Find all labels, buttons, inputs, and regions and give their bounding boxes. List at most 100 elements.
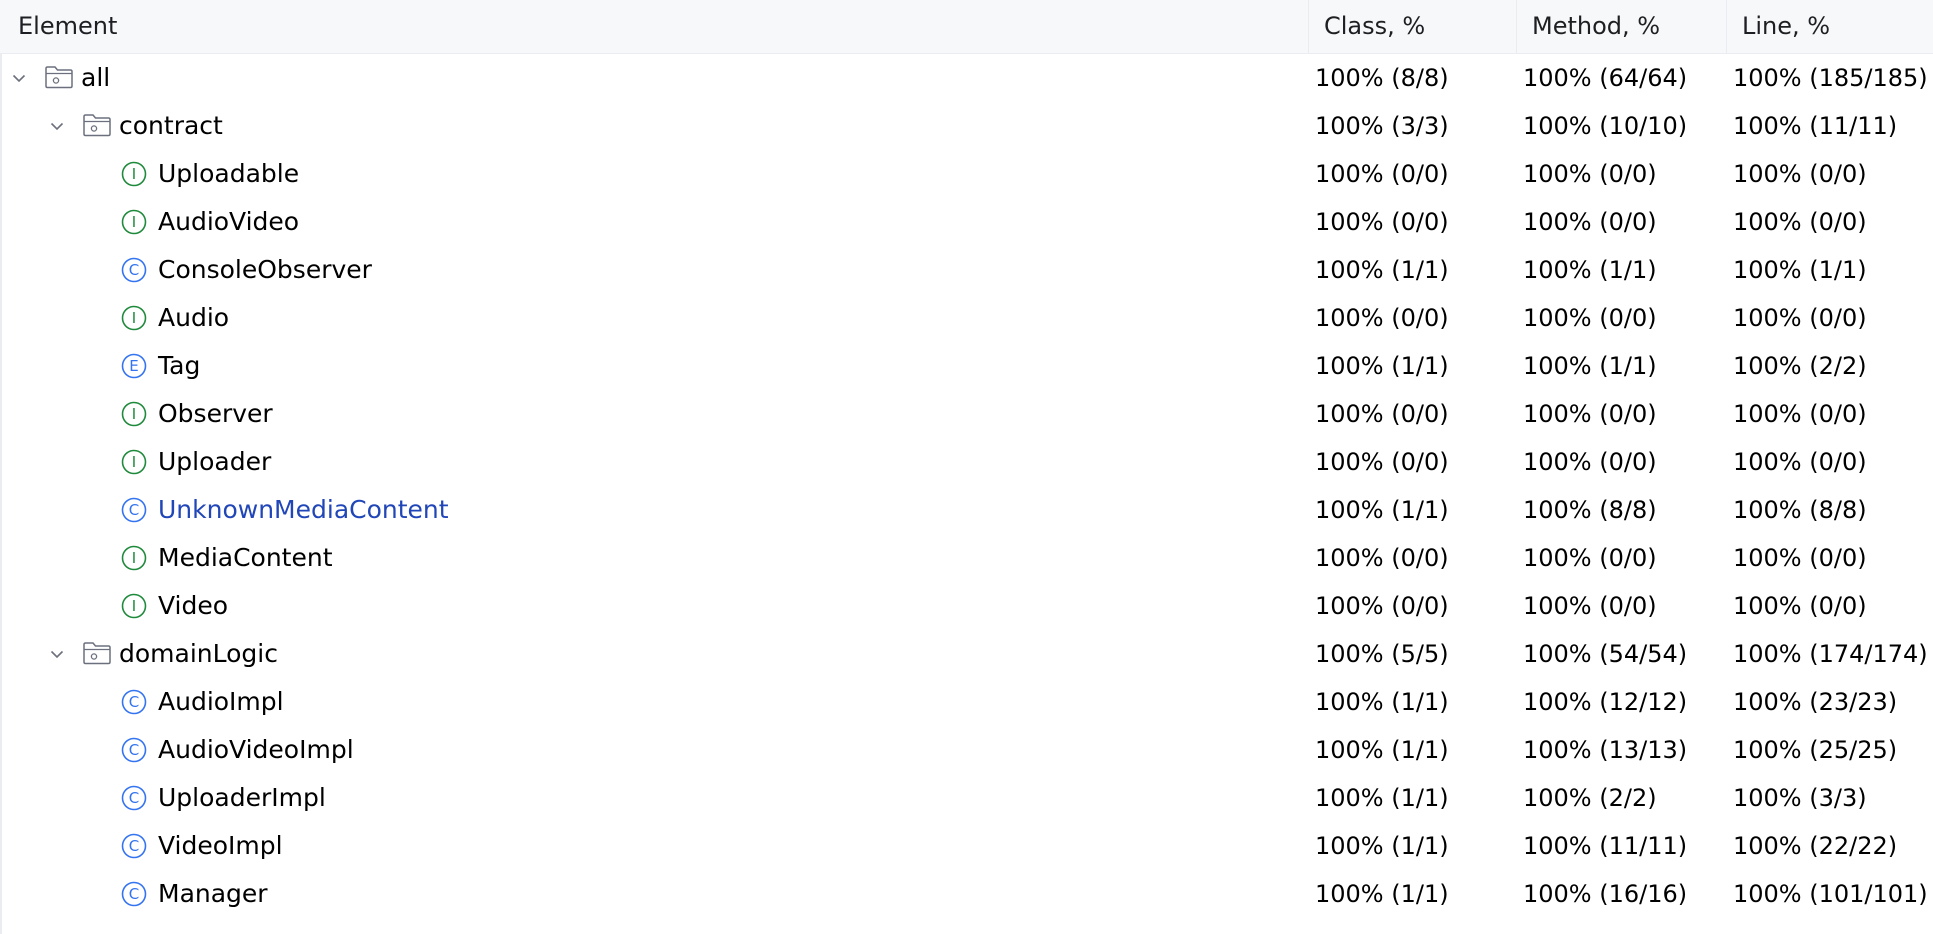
element-name[interactable]: VideoImpl (158, 822, 283, 870)
column-header-method[interactable]: Method, % (1517, 0, 1726, 53)
line-coverage: 100% (11/11) (1733, 112, 1898, 140)
svg-text:I: I (132, 549, 136, 567)
column-header-class[interactable]: Class, % (1309, 0, 1516, 53)
class-coverage: 100% (1/1) (1315, 784, 1449, 812)
method-coverage: 100% (0/0) (1523, 544, 1657, 572)
method-coverage: 100% (8/8) (1523, 496, 1657, 524)
method-coverage: 100% (11/11) (1523, 832, 1688, 860)
tree-row[interactable]: I AudioVideo 100% (0/0) 100% (0/0) 100% (0/0… (0, 198, 1933, 246)
class-coverage: 100% (1/1) (1315, 352, 1449, 380)
tree-row[interactable]: C AudioImpl 100% (1/1) 100% (12/12) 100% (23… (0, 678, 1933, 726)
svg-text:I: I (132, 453, 136, 471)
element-name[interactable]: UnknownMediaContent (158, 486, 449, 534)
element-name[interactable]: MediaContent (158, 534, 333, 582)
class-icon: C (121, 833, 147, 859)
element-name[interactable]: Manager (158, 870, 268, 918)
tree-row[interactable]: E Tag 100% (1/1) 100% (1/1) 100% (2/2) (0, 342, 1933, 390)
interface-icon: I (121, 161, 147, 187)
element-name[interactable]: Uploader (158, 438, 271, 486)
interface-icon: I (121, 209, 147, 235)
tree-row[interactable]: C Manager 100% (1/1) 100% (16/16) 100% (101/… (0, 870, 1933, 918)
tree-row[interactable]: contract 100% (3/3) 100% (10/10) 100% (11/1… (0, 102, 1933, 150)
class-coverage: 100% (5/5) (1315, 640, 1449, 668)
element-name[interactable]: AudioVideo (158, 198, 299, 246)
tree-row[interactable]: C AudioVideoImpl 100% (1/1) 100% (13/13) 100… (0, 726, 1933, 774)
method-coverage: 100% (0/0) (1523, 208, 1657, 236)
method-coverage: 100% (0/0) (1523, 592, 1657, 620)
element-name[interactable]: ConsoleObserver (158, 246, 372, 294)
class-coverage: 100% (0/0) (1315, 400, 1449, 428)
interface-icon: I (121, 593, 147, 619)
class-coverage: 100% (3/3) (1315, 112, 1449, 140)
line-coverage: 100% (0/0) (1733, 400, 1867, 428)
chevron-down-icon[interactable] (50, 647, 64, 661)
class-icon: C (121, 785, 147, 811)
line-coverage: 100% (1/1) (1733, 256, 1867, 284)
element-name[interactable]: contract (119, 102, 223, 150)
svg-text:C: C (129, 837, 139, 855)
class-coverage: 100% (0/0) (1315, 544, 1449, 572)
method-coverage: 100% (0/0) (1523, 400, 1657, 428)
method-coverage: 100% (10/10) (1523, 112, 1688, 140)
column-header-line[interactable]: Line, % (1727, 0, 1933, 53)
method-coverage: 100% (16/16) (1523, 880, 1688, 908)
class-coverage: 100% (1/1) (1315, 880, 1449, 908)
line-coverage: 100% (0/0) (1733, 592, 1867, 620)
line-coverage: 100% (8/8) (1733, 496, 1867, 524)
tree-row[interactable]: I MediaContent 100% (0/0) 100% (0/0) 100% (0… (0, 534, 1933, 582)
tree-row[interactable]: C UnknownMediaContent 100% (1/1) 100% (8/8)… (0, 486, 1933, 534)
enum-icon: E (121, 353, 147, 379)
interface-icon: I (121, 449, 147, 475)
tree-row[interactable]: I Uploadable 100% (0/0) 100% (0/0) 100% (0/0… (0, 150, 1933, 198)
method-coverage: 100% (2/2) (1523, 784, 1657, 812)
svg-text:C: C (129, 693, 139, 711)
element-name[interactable]: Video (158, 582, 228, 630)
svg-text:C: C (129, 501, 139, 519)
element-name[interactable]: Uploadable (158, 150, 299, 198)
tree-row[interactable]: I Audio 100% (0/0) 100% (0/0) 100% (0/0) (0, 294, 1933, 342)
coverage-panel: Element Class, % Method, % Line, % all 10… (0, 0, 1933, 934)
svg-text:I: I (132, 597, 136, 615)
svg-text:C: C (129, 885, 139, 903)
element-name[interactable]: Audio (158, 294, 229, 342)
tree-row[interactable]: I Uploader 100% (0/0) 100% (0/0) 100% (0/0) (0, 438, 1933, 486)
tree-row[interactable]: I Video 100% (0/0) 100% (0/0) 100% (0/0) (0, 582, 1933, 630)
method-coverage: 100% (0/0) (1523, 304, 1657, 332)
class-coverage: 100% (0/0) (1315, 160, 1449, 188)
tree-row[interactable]: domainLogic 100% (5/5) 100% (54/54) 100% (1… (0, 630, 1933, 678)
class-coverage: 100% (0/0) (1315, 448, 1449, 476)
class-icon: C (121, 881, 147, 907)
class-icon: C (121, 257, 147, 283)
tree-row[interactable]: C UploaderImpl 100% (1/1) 100% (2/2) 100% (3… (0, 774, 1933, 822)
tree-row[interactable]: all 100% (8/8) 100% (64/64) 100% (185/185) (0, 54, 1933, 102)
element-name[interactable]: domainLogic (119, 630, 278, 678)
method-coverage: 100% (0/0) (1523, 448, 1657, 476)
line-coverage: 100% (174/174) (1733, 640, 1928, 668)
line-coverage: 100% (25/25) (1733, 736, 1898, 764)
tree-row[interactable]: I Observer 100% (0/0) 100% (0/0) 100% (0/0) (0, 390, 1933, 438)
class-coverage: 100% (0/0) (1315, 208, 1449, 236)
svg-text:I: I (132, 405, 136, 423)
tree-row[interactable]: C VideoImpl 100% (1/1) 100% (11/11) 100% (22… (0, 822, 1933, 870)
chevron-down-icon[interactable] (50, 119, 64, 133)
class-coverage: 100% (8/8) (1315, 64, 1449, 92)
element-name[interactable]: AudioImpl (158, 678, 284, 726)
column-header-element[interactable]: Element (3, 0, 1308, 53)
class-coverage: 100% (0/0) (1315, 304, 1449, 332)
element-name[interactable]: UploaderImpl (158, 774, 326, 822)
element-name[interactable]: Tag (158, 342, 200, 390)
element-name[interactable]: AudioVideoImpl (158, 726, 354, 774)
chevron-down-icon[interactable] (12, 71, 26, 85)
line-coverage: 100% (0/0) (1733, 448, 1867, 476)
method-coverage: 100% (12/12) (1523, 688, 1688, 716)
method-coverage: 100% (13/13) (1523, 736, 1688, 764)
line-coverage: 100% (22/22) (1733, 832, 1898, 860)
line-coverage: 100% (0/0) (1733, 208, 1867, 236)
element-name[interactable]: Observer (158, 390, 273, 438)
element-name[interactable]: all (81, 54, 110, 102)
line-coverage: 100% (3/3) (1733, 784, 1867, 812)
svg-text:E: E (129, 357, 138, 375)
interface-icon: I (121, 401, 147, 427)
tree-row[interactable]: C ConsoleObserver 100% (1/1) 100% (1/1) 100%… (0, 246, 1933, 294)
folder-package-icon (83, 114, 111, 137)
